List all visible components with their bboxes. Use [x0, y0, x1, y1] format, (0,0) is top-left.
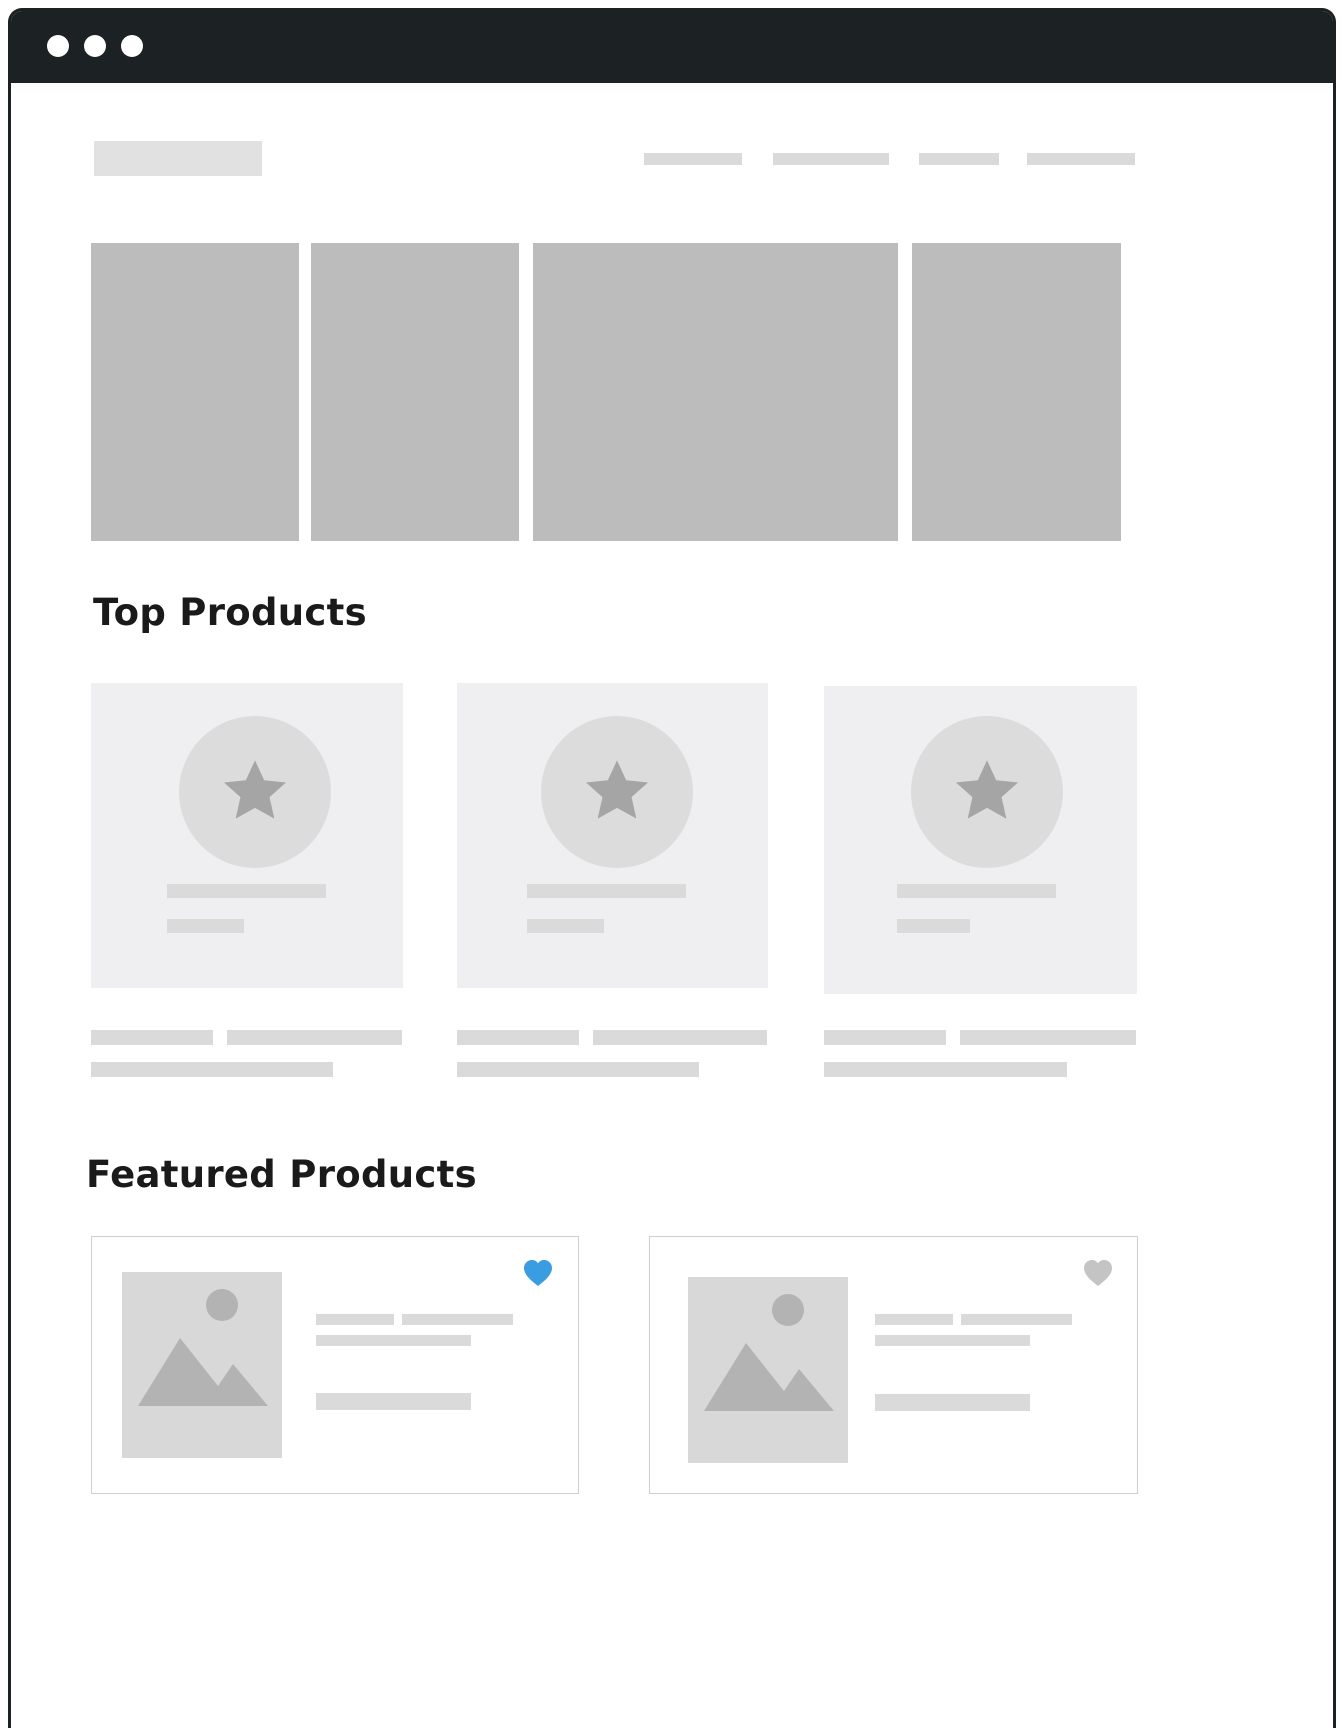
product-price-placeholder	[897, 919, 970, 933]
featured-product-card[interactable]	[649, 1236, 1138, 1494]
window-dot-icon[interactable]	[121, 35, 143, 57]
featured-subtitle-placeholder	[875, 1335, 1030, 1346]
nav-item-placeholder[interactable]	[773, 153, 889, 165]
featured-title-placeholder	[961, 1314, 1072, 1325]
heart-icon[interactable]	[522, 1258, 554, 1288]
hero-image-placeholder[interactable]	[311, 243, 519, 541]
star-icon	[585, 760, 649, 819]
window-dot-icon[interactable]	[84, 35, 106, 57]
product-name-placeholder	[167, 884, 326, 898]
hero-image-placeholder[interactable]	[91, 243, 299, 541]
product-price-placeholder	[167, 919, 244, 933]
product-name-placeholder	[897, 884, 1056, 898]
product-caption-placeholder	[960, 1030, 1136, 1045]
featured-price-placeholder	[316, 1393, 471, 1410]
top-products-title: Top Products	[93, 591, 367, 634]
browser-window: Top Products Featured Products	[8, 8, 1336, 1728]
nav-item-placeholder[interactable]	[644, 153, 742, 165]
product-caption-placeholder	[457, 1030, 579, 1045]
product-caption-placeholder	[824, 1062, 1067, 1077]
featured-products-title: Featured Products	[86, 1153, 477, 1196]
product-caption-placeholder	[593, 1030, 767, 1045]
heart-icon[interactable]	[1082, 1258, 1114, 1288]
logo-placeholder[interactable]	[94, 141, 262, 176]
product-caption-placeholder	[91, 1062, 333, 1077]
featured-price-placeholder	[875, 1394, 1030, 1411]
product-caption-placeholder	[457, 1062, 699, 1077]
featured-title-placeholder	[316, 1314, 394, 1325]
star-icon	[955, 760, 1019, 819]
top-product-card[interactable]	[824, 686, 1137, 994]
hero-image-placeholder[interactable]	[912, 243, 1121, 541]
star-icon	[223, 760, 287, 819]
product-caption-placeholder	[824, 1030, 946, 1045]
product-caption-placeholder	[227, 1030, 402, 1045]
star-icon-badge	[179, 716, 331, 868]
star-icon-badge	[541, 716, 693, 868]
top-product-card[interactable]	[91, 683, 403, 988]
nav-item-placeholder[interactable]	[1027, 153, 1135, 165]
featured-product-card[interactable]	[91, 1236, 579, 1494]
window-titlebar	[11, 11, 1333, 83]
featured-title-placeholder	[875, 1314, 953, 1325]
hero-image-placeholder[interactable]	[533, 243, 898, 541]
product-name-placeholder	[527, 884, 686, 898]
top-product-card[interactable]	[457, 683, 768, 988]
image-icon	[122, 1272, 282, 1458]
window-dot-icon[interactable]	[47, 35, 69, 57]
image-icon	[688, 1277, 848, 1463]
star-icon-badge	[911, 716, 1063, 868]
nav-item-placeholder[interactable]	[919, 153, 999, 165]
product-caption-placeholder	[91, 1030, 213, 1045]
product-price-placeholder	[527, 919, 604, 933]
featured-title-placeholder	[402, 1314, 513, 1325]
featured-subtitle-placeholder	[316, 1335, 471, 1346]
